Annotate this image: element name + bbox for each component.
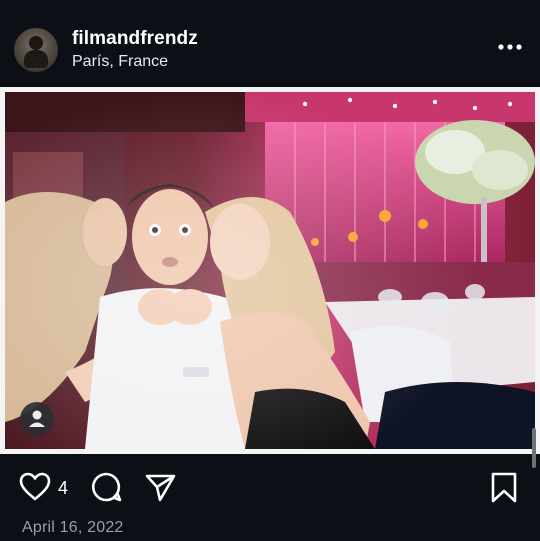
post-header: filmandfrendz París, France bbox=[0, 0, 540, 86]
more-options-icon[interactable] bbox=[495, 37, 525, 57]
avatar-silhouette-body bbox=[24, 50, 48, 68]
bookmark-icon[interactable] bbox=[491, 472, 517, 503]
post-action-bar: 4 bbox=[0, 462, 540, 512]
post-photo[interactable] bbox=[5, 92, 535, 449]
heart-icon[interactable] bbox=[19, 472, 51, 502]
post-username[interactable]: filmandfrendz bbox=[72, 28, 198, 50]
profile-avatar[interactable] bbox=[14, 28, 58, 72]
post-location[interactable]: París, France bbox=[72, 53, 168, 71]
like-count[interactable]: 4 bbox=[58, 478, 68, 499]
person-tag-icon bbox=[29, 410, 45, 427]
comment-icon[interactable] bbox=[90, 471, 122, 503]
post-date: April 16, 2022 bbox=[22, 519, 124, 536]
post-photo-frame[interactable] bbox=[0, 87, 540, 454]
tagged-people-button[interactable] bbox=[20, 402, 54, 436]
share-icon[interactable] bbox=[144, 472, 176, 502]
avatar-silhouette-head bbox=[29, 36, 43, 50]
